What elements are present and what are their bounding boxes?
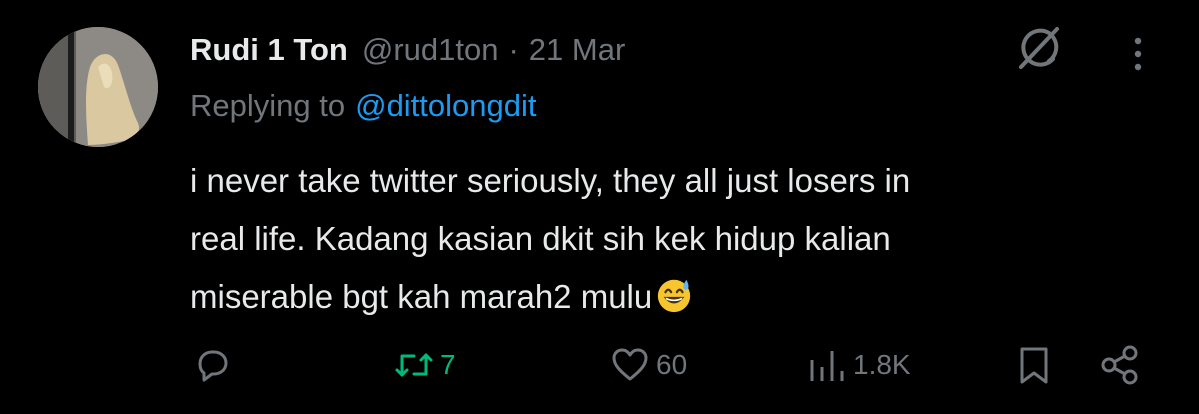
heart-icon	[612, 348, 648, 381]
tweet-line-3-text: miserable bgt kah marah2 mulu	[190, 278, 653, 315]
retweet-icon	[395, 353, 433, 377]
separator-dot: ·	[508, 32, 519, 67]
views-button[interactable]: 1.8K	[805, 343, 911, 387]
tweet-line-2: real life. Kadang kasian dkit sih kek hi…	[190, 220, 891, 257]
share-icon	[1101, 345, 1138, 385]
reply-icon	[198, 350, 228, 382]
retweet-count: 7	[440, 349, 456, 380]
display-name[interactable]: Rudi 1 Ton	[190, 32, 348, 68]
replying-mention-link[interactable]: @dittolongdit	[355, 88, 536, 123]
grinning-sweat-emoji-icon	[655, 274, 693, 313]
like-button[interactable]: 60	[608, 343, 687, 387]
tweet-text: i never take twitter seriously, they all…	[190, 152, 1150, 326]
share-button[interactable]	[1098, 343, 1142, 387]
replying-prefix: Replying to	[190, 88, 346, 123]
views-count: 1.8K	[853, 349, 911, 380]
more-options-icon[interactable]	[1126, 34, 1150, 74]
tweet-header: Rudi 1 Ton @rud1ton · 21 Mar	[190, 28, 625, 72]
avatar-image	[38, 27, 158, 147]
retweet-button[interactable]: 7	[392, 343, 456, 387]
avatar[interactable]	[38, 27, 158, 147]
bookmark-button[interactable]	[1012, 343, 1056, 387]
reply-button[interactable]	[190, 343, 238, 387]
views-icon	[810, 351, 844, 381]
grok-icon[interactable]	[1013, 23, 1063, 73]
like-count: 60	[656, 349, 688, 380]
tweet-line-1: i never take twitter seriously, they all…	[190, 162, 911, 199]
bookmark-icon	[1020, 347, 1048, 384]
tweet-line-3: miserable bgt kah marah2 mulu	[190, 268, 1150, 326]
user-handle[interactable]: @rud1ton	[362, 32, 499, 68]
tweet-date[interactable]: 21 Mar	[529, 32, 625, 68]
replying-to: Replying to @dittolongdit	[190, 88, 537, 124]
